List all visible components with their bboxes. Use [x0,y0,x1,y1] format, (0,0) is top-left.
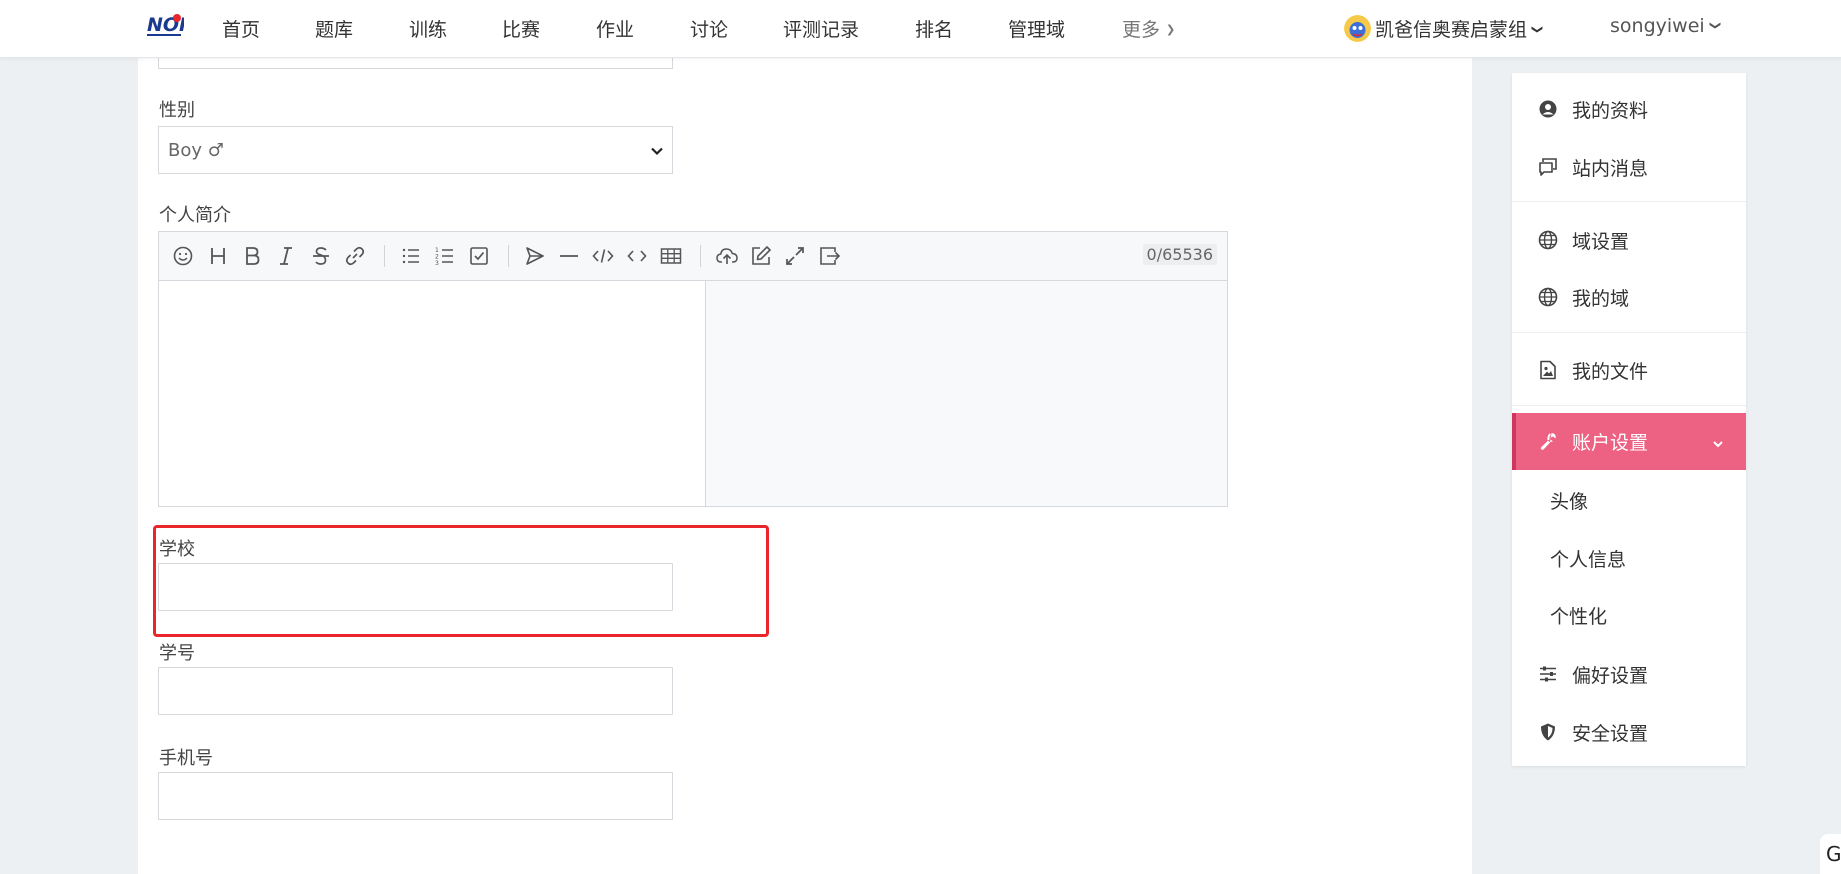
nav-homework[interactable]: 作业 [596,15,634,42]
sidebar-item-account-settings[interactable]: 账户设置 [1512,413,1746,470]
nav-more-label: 更多 [1122,19,1161,41]
heading-icon[interactable] [205,243,231,269]
markdown-editor: 123 0/65536 [158,231,1228,507]
toolbar-divider [384,245,385,267]
character-counter: 0/65536 [1142,244,1217,265]
wrench-icon [1538,431,1558,451]
user-circle-icon [1538,99,1558,119]
messages-icon [1538,157,1558,177]
gender-select-value: Boy ♂ [168,140,224,161]
upload-icon[interactable] [714,243,740,269]
menu-divider [1512,332,1746,333]
bio-label: 个人简介 [159,205,231,226]
globe-icon [1538,287,1558,307]
toolbar-divider [700,245,701,267]
sidebar-item-label: 偏好设置 [1572,665,1649,687]
bold-icon[interactable] [239,243,265,269]
gender-label: 性别 [159,100,195,121]
nav-home[interactable]: 首页 [222,15,260,42]
nav-training[interactable]: 训练 [409,15,447,42]
sidebar-subitem-label: 个人信息 [1550,549,1627,571]
sidebar-item-label: 我的域 [1572,288,1630,310]
phone-input[interactable] [158,772,673,820]
strikethrough-icon[interactable] [308,243,334,269]
sidebar-item-label: 我的文件 [1572,361,1649,383]
nav-ranking[interactable]: 排名 [915,15,953,42]
student-id-input[interactable] [158,667,673,715]
menu-divider [1512,201,1746,202]
svg-text:3: 3 [435,260,439,267]
emoji-icon[interactable] [170,243,196,269]
bio-textarea[interactable] [159,281,706,506]
student-id-label: 学号 [159,643,195,664]
sidebar-item-label: 站内消息 [1572,158,1649,180]
table-icon[interactable] [658,243,684,269]
school-input[interactable] [158,563,673,611]
horizontal-rule-icon[interactable] [556,243,582,269]
edit-mode-icon[interactable] [748,243,774,269]
chevron-down-icon: ❯ [1531,24,1545,35]
phone-label: 手机号 [159,748,213,769]
nav-discussion[interactable]: 讨论 [690,15,728,42]
sidebar-item-my-files[interactable]: 我的文件 [1512,344,1746,396]
link-icon[interactable] [342,243,368,269]
shield-icon [1538,722,1558,742]
sliders-icon [1538,664,1558,684]
bio-preview-pane [706,281,1227,506]
top-navbar: NOI 首页 题库 训练 比赛 作业 讨论 评测记录 排名 管理域 更多 ❯ 凯爸… [0,0,1841,58]
nav-more-dropdown[interactable]: 更多 ❯ [1122,15,1175,42]
user-menu-dropdown[interactable]: songyiwei ❯ [1610,15,1722,37]
exit-icon[interactable] [816,243,842,269]
italic-icon[interactable] [273,243,299,269]
sidebar-item-label: 域设置 [1572,231,1630,253]
sidebar-item-my-domains[interactable]: 我的域 [1512,271,1746,323]
sidebar-subitem-avatar[interactable]: 头像 [1512,475,1746,525]
checklist-icon[interactable] [466,243,492,269]
inline-code-icon[interactable] [624,243,650,269]
sidebar-subitem-label: 头像 [1550,491,1589,513]
chevron-down-icon: ❯ [1708,20,1722,31]
sidebar-item-label: 安全设置 [1572,723,1649,745]
sidebar-item-messages[interactable]: 站内消息 [1512,141,1746,193]
account-sidebar-menu: 我的资料 站内消息 域设置 我的域 我的文件 账户设置 头像 个人信息 个性化 … [1512,73,1746,766]
domain-avatar-icon [1344,15,1371,42]
sidebar-item-my-profile[interactable]: 我的资料 [1512,83,1746,135]
sidebar-subitem-personalization[interactable]: 个性化 [1512,590,1746,640]
sidebar-item-label: 账户设置 [1572,432,1649,454]
fullscreen-icon[interactable] [782,243,808,269]
gender-select[interactable]: Boy ♂ [158,126,673,174]
ordered-list-icon[interactable]: 123 [432,243,458,269]
nav-problems[interactable]: 题库 [315,15,353,42]
chevron-down-icon: ❯ [1166,23,1176,36]
editor-toolbar: 123 0/65536 [159,232,1227,281]
nav-contests[interactable]: 比赛 [502,15,540,42]
sidebar-item-security[interactable]: 安全设置 [1512,706,1746,758]
sidebar-subitem-personal-info[interactable]: 个人信息 [1512,533,1746,583]
domain-label: 凯爸信奥赛启蒙组 [1375,19,1528,41]
code-block-icon[interactable] [590,243,616,269]
toolbar-divider [508,245,509,267]
floating-widget[interactable]: G [1820,834,1841,874]
sidebar-item-preferences[interactable]: 偏好设置 [1512,648,1746,700]
chevron-down-icon [1712,435,1724,448]
sidebar-subitem-label: 个性化 [1550,606,1608,628]
sidebar-item-domain-settings[interactable]: 域设置 [1512,214,1746,266]
sidebar-item-label: 我的资料 [1572,100,1649,122]
domain-switcher[interactable]: 凯爸信奥赛启蒙组 ❯ [1344,15,1545,42]
chevron-down-icon [650,143,664,157]
nav-records[interactable]: 评测记录 [783,15,859,42]
nav-manage-domain[interactable]: 管理域 [1008,15,1065,42]
unordered-list-icon[interactable] [398,243,424,269]
quote-icon[interactable] [522,243,548,269]
menu-divider [1512,405,1746,406]
school-label: 学校 [159,539,195,560]
noi-logo-icon[interactable]: NOI [146,12,186,40]
globe-icon [1538,230,1558,250]
file-image-icon [1538,360,1558,380]
username-label: songyiwei [1610,15,1705,37]
